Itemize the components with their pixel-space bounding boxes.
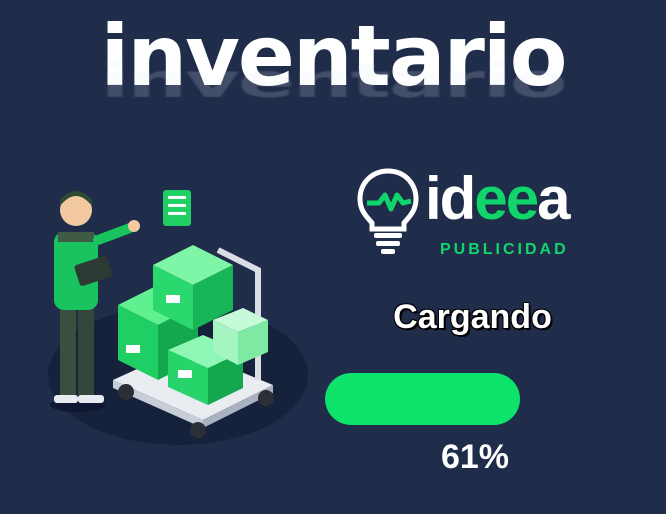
brand-name: ideea: [425, 169, 570, 229]
progress-bar: [325, 373, 645, 425]
loading-label: Cargando: [393, 298, 552, 336]
progress-percent: 61%: [440, 438, 510, 476]
title-area: inventario inventario: [0, 0, 666, 140]
progress-fill: [325, 373, 521, 425]
warehouse-illustration-icon: [48, 190, 308, 445]
brand-logo: ideea PUBLICIDAD: [355, 165, 605, 265]
brand-name-part-1: id: [425, 165, 476, 232]
brand-subtitle: PUBLICIDAD: [440, 241, 569, 258]
brand-name-part-3: a: [537, 165, 570, 232]
page-title-reflection: inventario: [100, 54, 568, 109]
lightbulb-icon: [357, 168, 419, 254]
warehouse-worker-illustration: [18, 180, 318, 450]
brand-name-part-2: ee: [474, 165, 539, 232]
